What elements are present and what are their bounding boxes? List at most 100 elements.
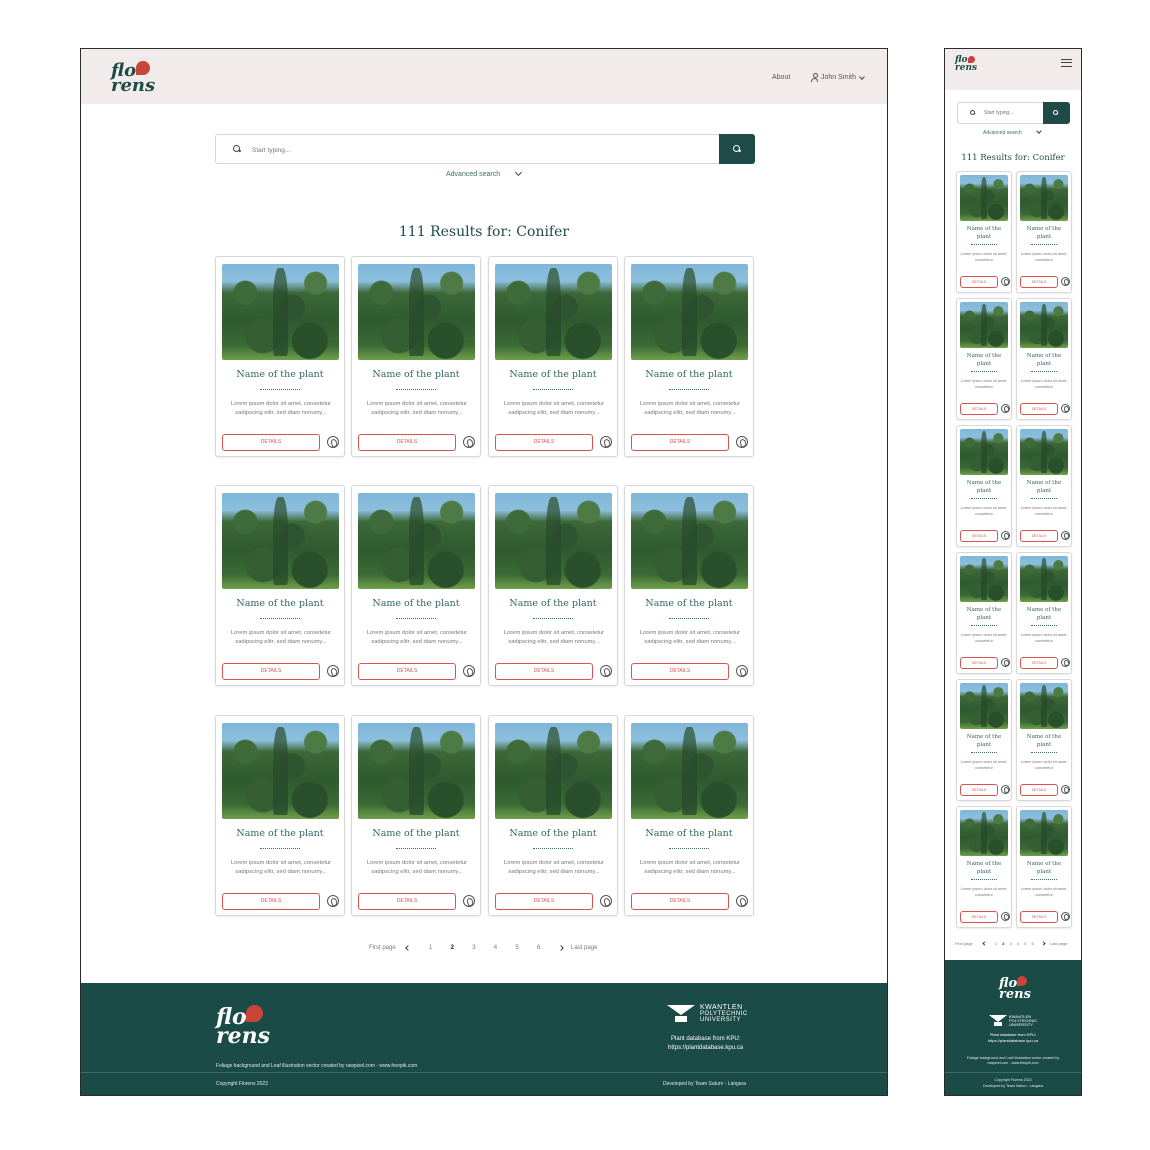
plant-image[interactable] [631, 264, 748, 360]
plant-image[interactable] [358, 493, 475, 589]
details-button[interactable]: DETAILS [1020, 403, 1058, 415]
details-button[interactable]: DETAILS [495, 663, 593, 680]
page-number[interactable]: 1 [995, 941, 997, 946]
details-button[interactable]: DETAILS [1020, 911, 1058, 923]
chevron-left-icon[interactable] [982, 941, 987, 946]
leaf-favorite-icon[interactable] [463, 436, 475, 448]
database-link[interactable]: https://plantdatabase.kpu.ca [668, 1045, 743, 1051]
advanced-search-toggle[interactable]: Advanced search [446, 171, 500, 178]
plant-name[interactable]: Name of the plant [961, 225, 1007, 241]
page-number[interactable]: 6 [1032, 941, 1034, 946]
chevron-right-icon[interactable] [1041, 941, 1046, 946]
details-button[interactable]: DETAILS [358, 663, 456, 680]
plant-image[interactable] [1020, 302, 1068, 348]
details-button[interactable]: DETAILS [358, 434, 456, 451]
plant-name[interactable]: Name of the plant [961, 352, 1007, 368]
plant-image[interactable] [1020, 810, 1068, 856]
nav-about-link[interactable]: About [772, 74, 790, 81]
plant-name[interactable]: Name of the plant [489, 369, 617, 380]
advanced-chevron-icon[interactable] [514, 168, 523, 177]
plant-image[interactable] [1020, 175, 1068, 221]
plant-name[interactable]: Name of the plant [961, 733, 1007, 749]
details-button[interactable]: DETAILS [1020, 784, 1058, 796]
chevron-down-icon[interactable] [859, 74, 865, 80]
leaf-favorite-icon[interactable] [463, 665, 475, 677]
leaf-favorite-icon[interactable] [463, 895, 475, 907]
plant-name[interactable]: Name of the plant [1021, 860, 1067, 876]
plant-image[interactable] [960, 429, 1008, 475]
page-number[interactable]: 1 [429, 945, 432, 951]
details-button[interactable]: DETAILS [222, 893, 320, 910]
leaf-favorite-icon[interactable] [600, 895, 612, 907]
plant-image[interactable] [1020, 556, 1068, 602]
plant-name[interactable]: Name of the plant [216, 828, 344, 839]
plant-name[interactable]: Name of the plant [1021, 733, 1067, 749]
page-number[interactable]: 3 [1010, 941, 1012, 946]
plant-name[interactable]: Name of the plant [352, 828, 480, 839]
details-button[interactable]: DETAILS [495, 893, 593, 910]
page-number[interactable]: 4 [494, 945, 497, 951]
details-button[interactable]: DETAILS [960, 276, 998, 288]
leaf-favorite-icon[interactable] [1001, 912, 1010, 921]
plant-image[interactable] [960, 175, 1008, 221]
plant-image[interactable] [495, 723, 612, 819]
chevron-right-icon[interactable] [558, 945, 564, 951]
leaf-favorite-icon[interactable] [1061, 912, 1070, 921]
mobile-search-button[interactable] [1043, 102, 1070, 124]
plant-image[interactable] [1020, 683, 1068, 729]
first-page-link[interactable]: First page [955, 941, 973, 946]
plant-image[interactable] [222, 493, 339, 589]
plant-name[interactable]: Name of the plant [1021, 352, 1067, 368]
brand-logo[interactable]: flo rens [111, 61, 155, 95]
plant-name[interactable]: Name of the plant [489, 598, 617, 609]
details-button[interactable]: DETAILS [1020, 530, 1058, 542]
plant-name[interactable]: Name of the plant [625, 828, 753, 839]
plant-image[interactable] [222, 723, 339, 819]
page-number[interactable]: 6 [537, 945, 540, 951]
leaf-favorite-icon[interactable] [600, 436, 612, 448]
details-button[interactable]: DETAILS [960, 657, 998, 669]
leaf-favorite-icon[interactable] [600, 665, 612, 677]
last-page-link[interactable]: Last page [571, 945, 597, 951]
advanced-chevron-icon[interactable] [1036, 128, 1042, 134]
details-button[interactable]: DETAILS [960, 784, 998, 796]
leaf-favorite-icon[interactable] [1001, 531, 1010, 540]
leaf-favorite-icon[interactable] [1001, 404, 1010, 413]
page-number[interactable]: 2 [451, 945, 454, 951]
details-button[interactable]: DETAILS [631, 663, 729, 680]
details-button[interactable]: DETAILS [495, 434, 593, 451]
plant-name[interactable]: Name of the plant [352, 598, 480, 609]
plant-name[interactable]: Name of the plant [216, 598, 344, 609]
details-button[interactable]: DETAILS [358, 893, 456, 910]
plant-image[interactable] [960, 810, 1008, 856]
details-button[interactable]: DETAILS [960, 911, 998, 923]
plant-image[interactable] [631, 493, 748, 589]
plant-name[interactable]: Name of the plant [489, 828, 617, 839]
page-number[interactable]: 2 [1002, 941, 1004, 946]
leaf-favorite-icon[interactable] [1061, 531, 1070, 540]
details-button[interactable]: DETAILS [631, 434, 729, 451]
footer-logo[interactable]: flo rens [216, 1005, 270, 1047]
search-button[interactable] [719, 134, 755, 164]
plant-image[interactable] [358, 723, 475, 819]
leaf-favorite-icon[interactable] [1061, 658, 1070, 667]
plant-image[interactable] [960, 683, 1008, 729]
mobile-search-input[interactable] [984, 108, 1039, 118]
details-button[interactable]: DETAILS [960, 530, 998, 542]
plant-name[interactable]: Name of the plant [1021, 479, 1067, 495]
plant-name[interactable]: Name of the plant [352, 369, 480, 380]
leaf-favorite-icon[interactable] [1001, 658, 1010, 667]
search-input[interactable] [252, 143, 702, 157]
page-number[interactable]: 4 [1017, 941, 1019, 946]
page-number[interactable]: 5 [515, 945, 518, 951]
plant-name[interactable]: Name of the plant [625, 598, 753, 609]
mobile-advanced-search-toggle[interactable]: Advanced search [983, 130, 1022, 136]
leaf-favorite-icon[interactable] [1001, 785, 1010, 794]
plant-name[interactable]: Name of the plant [625, 369, 753, 380]
plant-name[interactable]: Name of the plant [1021, 225, 1067, 241]
leaf-favorite-icon[interactable] [1001, 277, 1010, 286]
plant-image[interactable] [222, 264, 339, 360]
leaf-favorite-icon[interactable] [736, 895, 748, 907]
leaf-favorite-icon[interactable] [1061, 785, 1070, 794]
details-button[interactable]: DETAILS [1020, 657, 1058, 669]
